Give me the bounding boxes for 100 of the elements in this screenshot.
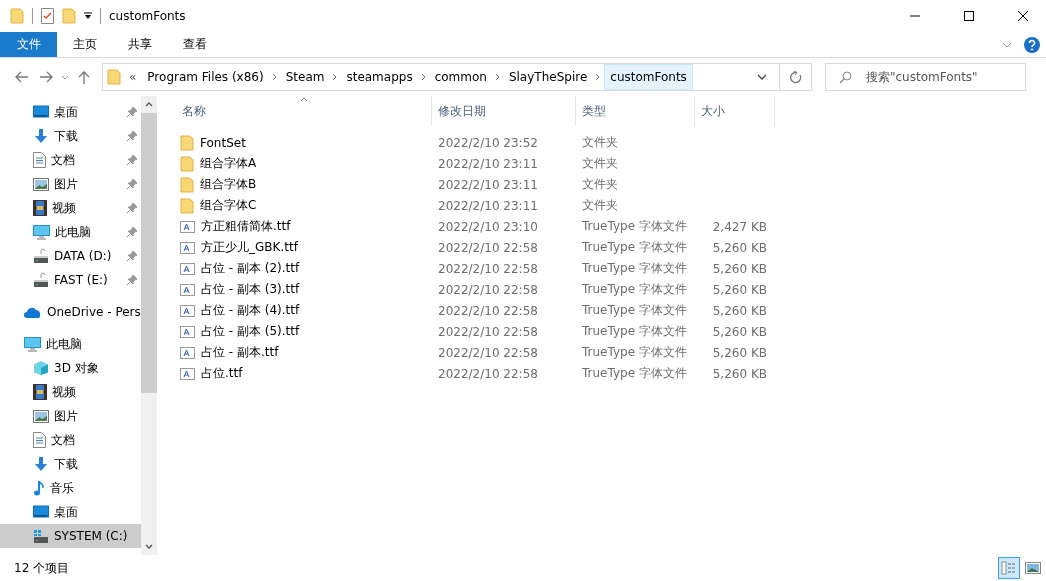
sidebar-item[interactable]: SYSTEM (C:) — [0, 524, 141, 548]
file-name[interactable]: 占位 - 副本 (3).ttf — [176, 281, 432, 298]
cube-icon — [33, 360, 49, 376]
sidebar-item[interactable]: 视频 — [0, 380, 141, 404]
breadcrumb[interactable]: SlayTheSpire — [503, 64, 593, 90]
picture-icon — [1025, 562, 1041, 574]
ribbon-tab[interactable]: 共享 — [112, 32, 167, 57]
column-header[interactable]: 大小 — [695, 96, 775, 126]
font-file-icon — [180, 367, 195, 380]
sidebar-item[interactable]: 图片 — [0, 172, 141, 196]
breadcrumb[interactable]: steamapps — [341, 64, 418, 90]
drive-icon — [33, 248, 49, 264]
sidebar-item[interactable]: 下载 — [0, 452, 141, 476]
sort-up-icon — [299, 97, 308, 102]
size-cell-text: 5,260 KB — [711, 324, 768, 339]
ribbon-tab[interactable]: 查看 — [167, 32, 222, 57]
sidebar-item[interactable]: FAST (E:) — [0, 268, 141, 292]
size-cell-text: 5,260 KB — [711, 282, 768, 297]
sidebar-item[interactable]: 此电脑 — [0, 220, 141, 244]
file-name[interactable]: 方正粗倩简体.ttf — [176, 218, 432, 235]
file-name[interactable]: 组合字体A — [176, 155, 432, 172]
monitor-icon — [24, 336, 41, 352]
sidebar-item[interactable]: DATA (D:) — [0, 244, 141, 268]
sidebar-item[interactable]: OneDrive - Pers — [0, 300, 141, 324]
cloud-icon — [24, 306, 42, 318]
sidebar-item[interactable]: 下载 — [0, 124, 141, 148]
sidebar-item[interactable]: 桌面 — [0, 500, 141, 524]
breadcrumb[interactable]: customFonts — [604, 64, 693, 90]
chevron-right-icon — [332, 73, 339, 81]
type-cell-text: TrueType 字体文件 — [581, 218, 688, 235]
chevron-right-icon — [271, 73, 278, 81]
chevron-down-icon[interactable] — [757, 74, 767, 80]
ribbon-tab[interactable]: 文件 — [0, 32, 57, 57]
font-file-icon — [180, 262, 195, 275]
date-cell-text: 2022/2/10 22:58 — [437, 240, 539, 255]
refresh-button[interactable] — [780, 63, 812, 91]
sidebar-item[interactable]: 3D 对象 — [0, 356, 141, 380]
file-name[interactable]: 组合字体C — [176, 197, 432, 214]
folder-icon — [62, 8, 76, 24]
details-view-button[interactable] — [998, 557, 1020, 579]
sidebar-item[interactable]: 视频 — [0, 196, 141, 220]
file-name[interactable]: 占位 - 副本 (2).ttf — [176, 260, 432, 277]
checklist-icon[interactable] — [41, 8, 54, 24]
chevron-down-icon — [61, 74, 69, 80]
column-header[interactable]: 修改日期 — [432, 96, 576, 126]
file-name[interactable]: 占位.ttf — [176, 365, 432, 382]
size-cell-text: 5,260 KB — [711, 303, 768, 318]
column-header[interactable]: 名称 — [176, 96, 432, 126]
type-cell-text: TrueType 字体文件 — [581, 302, 688, 319]
file-name[interactable]: 方正少儿_GBK.ttf — [176, 239, 432, 256]
type-cell-text: 文件夹 — [581, 197, 619, 214]
sidebar-item[interactable]: 桌面 — [0, 100, 141, 124]
folder-icon — [180, 155, 194, 172]
sidebar-item[interactable]: 此电脑 — [0, 332, 141, 356]
picture-icon — [33, 177, 49, 191]
file-name[interactable]: 组合字体B — [176, 176, 432, 193]
system-drive-icon — [33, 528, 49, 544]
file-name[interactable]: FontSet — [176, 134, 432, 151]
file-name[interactable]: 占位 - 副本.ttf — [176, 344, 432, 361]
maximize-icon — [964, 11, 974, 21]
music-note-icon — [33, 480, 45, 496]
sidebar-item[interactable]: 音乐 — [0, 476, 141, 500]
column-header[interactable]: 类型 — [576, 96, 695, 126]
scroll-down-icon[interactable] — [145, 544, 153, 549]
picture-icon — [33, 409, 49, 423]
date-cell-text: 2022/2/10 22:58 — [437, 282, 539, 297]
item-count: 12 个项目 — [14, 559, 71, 577]
type-cell-text: 文件夹 — [581, 134, 619, 151]
details-view-icon — [1001, 561, 1017, 575]
close-icon — [1018, 11, 1028, 21]
file-name[interactable]: 占位 - 副本 (5).ttf — [176, 323, 432, 340]
size-cell-text: 5,260 KB — [711, 261, 768, 276]
date-cell-text: 2022/2/10 22:58 — [437, 261, 539, 276]
breadcrumb[interactable]: Steam — [280, 64, 330, 90]
scrollbar[interactable] — [141, 96, 157, 555]
size-cell-text: 5,260 KB — [711, 345, 768, 360]
sidebar-item[interactable]: 文档 — [0, 148, 141, 172]
search-field[interactable]: 搜索"customFonts" — [825, 63, 1026, 91]
ribbon-tab[interactable]: 主页 — [57, 32, 112, 57]
help-icon[interactable] — [1024, 36, 1040, 53]
date-cell-text: 2022/2/10 22:58 — [437, 345, 539, 360]
file-name[interactable]: 占位 - 副本 (4).ttf — [176, 302, 432, 319]
desktop-icon — [33, 105, 49, 119]
date-cell-text: 2022/2/10 23:10 — [437, 219, 539, 234]
size-cell-text: 5,260 KB — [711, 240, 768, 255]
overflow-chevron[interactable]: « — [121, 70, 143, 84]
breadcrumb[interactable]: common — [429, 64, 492, 90]
down-arrow-icon — [33, 128, 49, 144]
scroll-up-icon[interactable] — [145, 102, 153, 107]
font-file-icon — [180, 304, 195, 317]
drive-icon — [33, 272, 49, 288]
dropdown-icon[interactable] — [84, 12, 92, 20]
breadcrumb[interactable]: Program Files (x86) — [142, 64, 269, 90]
desktop-icon — [33, 505, 49, 519]
sidebar-item[interactable]: 文档 — [0, 428, 141, 452]
type-cell-text: 文件夹 — [581, 176, 619, 193]
font-file-icon — [180, 346, 195, 359]
document-icon — [33, 432, 46, 448]
sidebar-item[interactable]: 图片 — [0, 404, 141, 428]
folder-icon — [107, 69, 121, 85]
